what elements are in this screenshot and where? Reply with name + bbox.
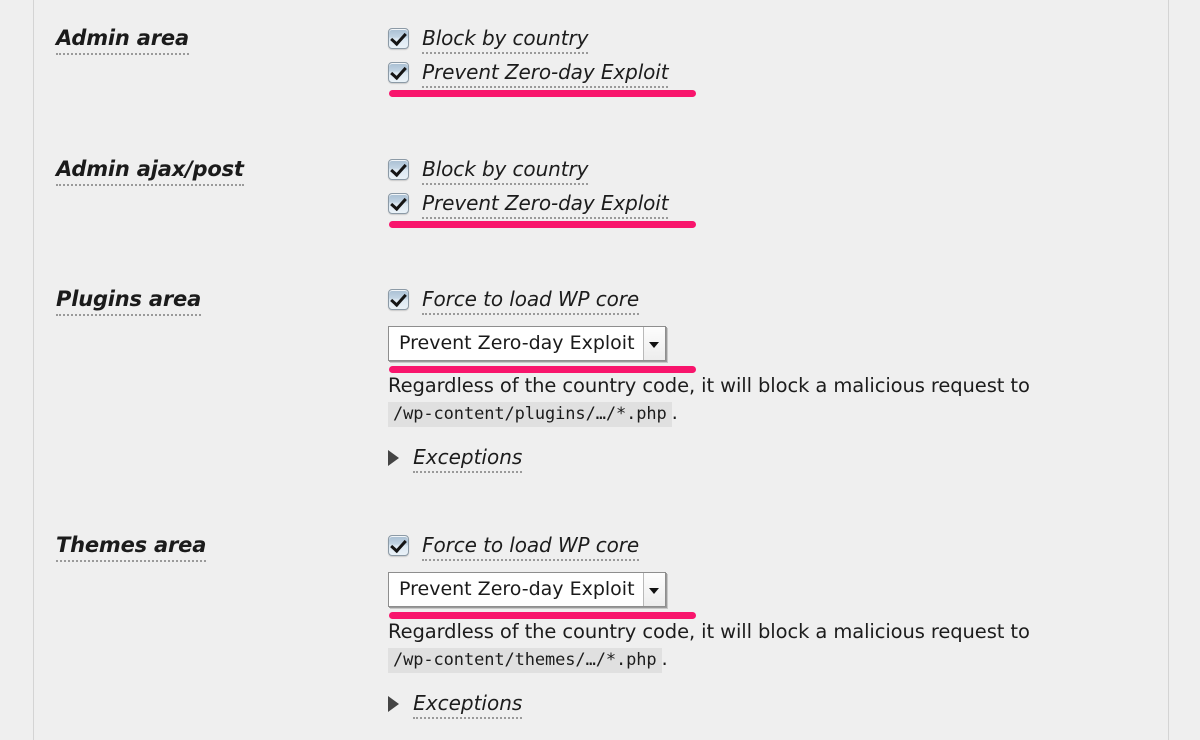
checkbox-row-force-to-load-wp-core[interactable]: Force to load WP core bbox=[388, 533, 1158, 567]
chevron-down-icon[interactable] bbox=[642, 327, 665, 360]
checkbox-label: Force to load WP core bbox=[422, 287, 639, 315]
row-fields-admin-ajax-post: Block by country Prevent Zero-day Exploi… bbox=[388, 157, 1158, 228]
description-code-path: /wp-content/plugins/…/*.php bbox=[388, 402, 672, 427]
description-code-path: /wp-content/themes/…/*.php bbox=[388, 648, 662, 673]
description-text-after: . bbox=[671, 401, 678, 424]
chevron-down-icon[interactable] bbox=[642, 573, 665, 606]
mode-select-value: Prevent Zero-day Exploit bbox=[399, 332, 635, 354]
row-label-admin-ajax-post: Admin ajax/post bbox=[56, 157, 244, 186]
highlight-bar bbox=[389, 366, 696, 373]
checkbox-label: Prevent Zero-day Exploit bbox=[422, 60, 669, 88]
checkbox-checked-icon[interactable] bbox=[388, 192, 409, 214]
right-divider-rule bbox=[1168, 0, 1169, 740]
checkbox-label: Block by country bbox=[422, 26, 588, 54]
description-text-after: . bbox=[661, 647, 668, 670]
row-fields-admin-area: Block by country Prevent Zero-day Exploi… bbox=[388, 26, 1158, 97]
highlight-bar bbox=[389, 612, 696, 619]
select-wrapper-themes: Prevent Zero-day Exploit bbox=[388, 567, 1158, 619]
row-label-themes-area: Themes area bbox=[56, 533, 206, 562]
checkbox-row-force-to-load-wp-core[interactable]: Force to load WP core bbox=[388, 287, 1158, 321]
description-text-before: Regardless of the country code, it will … bbox=[388, 620, 1030, 643]
row-label-admin-area: Admin area bbox=[56, 26, 189, 55]
checkbox-label: Block by country bbox=[422, 157, 588, 185]
checkbox-label: Prevent Zero-day Exploit bbox=[422, 191, 669, 219]
checkbox-checked-icon[interactable] bbox=[388, 288, 409, 310]
disclosure-triangle-icon[interactable] bbox=[388, 450, 399, 466]
row-fields-themes-area: Force to load WP core Prevent Zero-day E… bbox=[388, 533, 1158, 719]
row-fields-plugins-area: Force to load WP core Prevent Zero-day E… bbox=[388, 287, 1158, 473]
checkbox-row-prevent-zero-day-exploit[interactable]: Prevent Zero-day Exploit bbox=[388, 191, 1158, 225]
disclosure-triangle-icon[interactable] bbox=[388, 696, 399, 712]
exceptions-label: Exceptions bbox=[413, 691, 523, 719]
highlight-bar bbox=[389, 221, 696, 228]
checkbox-checked-icon[interactable] bbox=[388, 27, 409, 49]
mode-select-plugins[interactable]: Prevent Zero-day Exploit bbox=[388, 326, 666, 361]
checkbox-checked-icon[interactable] bbox=[388, 61, 409, 83]
description-themes: Regardless of the country code, it will … bbox=[388, 618, 1088, 674]
mode-select-themes[interactable]: Prevent Zero-day Exploit bbox=[388, 572, 666, 607]
checkbox-checked-icon[interactable] bbox=[388, 158, 409, 180]
exceptions-toggle-plugins[interactable]: Exceptions bbox=[388, 445, 1158, 473]
exceptions-toggle-themes[interactable]: Exceptions bbox=[388, 691, 1158, 719]
checkbox-row-block-by-country[interactable]: Block by country bbox=[388, 26, 1158, 60]
checkbox-label: Force to load WP core bbox=[422, 533, 639, 561]
select-wrapper-plugins: Prevent Zero-day Exploit bbox=[388, 321, 1158, 373]
description-text-before: Regardless of the country code, it will … bbox=[388, 374, 1030, 397]
checkbox-checked-icon[interactable] bbox=[388, 534, 409, 556]
highlight-bar bbox=[389, 90, 696, 97]
description-plugins: Regardless of the country code, it will … bbox=[388, 372, 1088, 428]
settings-content: Admin area Block by country Prevent Zero… bbox=[34, 0, 1168, 740]
exceptions-label: Exceptions bbox=[413, 445, 523, 473]
checkbox-row-block-by-country[interactable]: Block by country bbox=[388, 157, 1158, 191]
mode-select-value: Prevent Zero-day Exploit bbox=[399, 578, 635, 600]
row-label-plugins-area: Plugins area bbox=[56, 287, 201, 316]
checkbox-row-prevent-zero-day-exploit[interactable]: Prevent Zero-day Exploit bbox=[388, 60, 1158, 94]
